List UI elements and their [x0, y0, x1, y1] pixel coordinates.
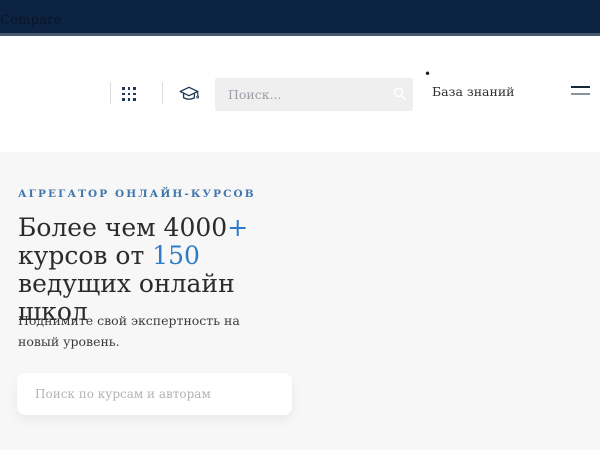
page: Compare	[0, 0, 600, 450]
hero-title-plus: +	[227, 213, 248, 242]
nav-item-knowledge-base[interactable]: • База знаний	[424, 69, 514, 99]
search-icon	[393, 87, 406, 103]
graduation-cap-icon[interactable]	[179, 85, 199, 103]
header-divider	[162, 82, 163, 104]
bullet-dot-icon: •	[424, 69, 514, 79]
hero-subtitle: Поднимите свой экспертность на новый уро…	[18, 310, 268, 352]
course-search-box	[17, 373, 292, 415]
header-search-button[interactable]	[386, 78, 413, 111]
hero-title-text-2: курсов от	[18, 241, 152, 270]
header-divider	[110, 82, 111, 104]
hero-title-count: 150	[152, 241, 200, 270]
course-search-input[interactable]	[17, 373, 292, 415]
header-search-input[interactable]	[215, 78, 386, 111]
grid-apps-icon[interactable]	[122, 87, 136, 101]
compare-link[interactable]: Compare	[0, 13, 61, 28]
hero-section: АГРЕГАТОР ОНЛАЙН-КУРСОВ Более чем 4000+ …	[0, 152, 600, 450]
header-search-form	[215, 78, 413, 111]
nav-item-label: База знаний	[432, 84, 514, 99]
hamburger-menu-icon[interactable]	[571, 86, 590, 97]
top-bar: Compare	[0, 0, 600, 36]
header: • База знаний	[0, 36, 600, 152]
hero-eyebrow: АГРЕГАТОР ОНЛАЙН-КУРСОВ	[18, 188, 256, 200]
hero-title-text-1: Более чем 4000	[18, 213, 227, 242]
